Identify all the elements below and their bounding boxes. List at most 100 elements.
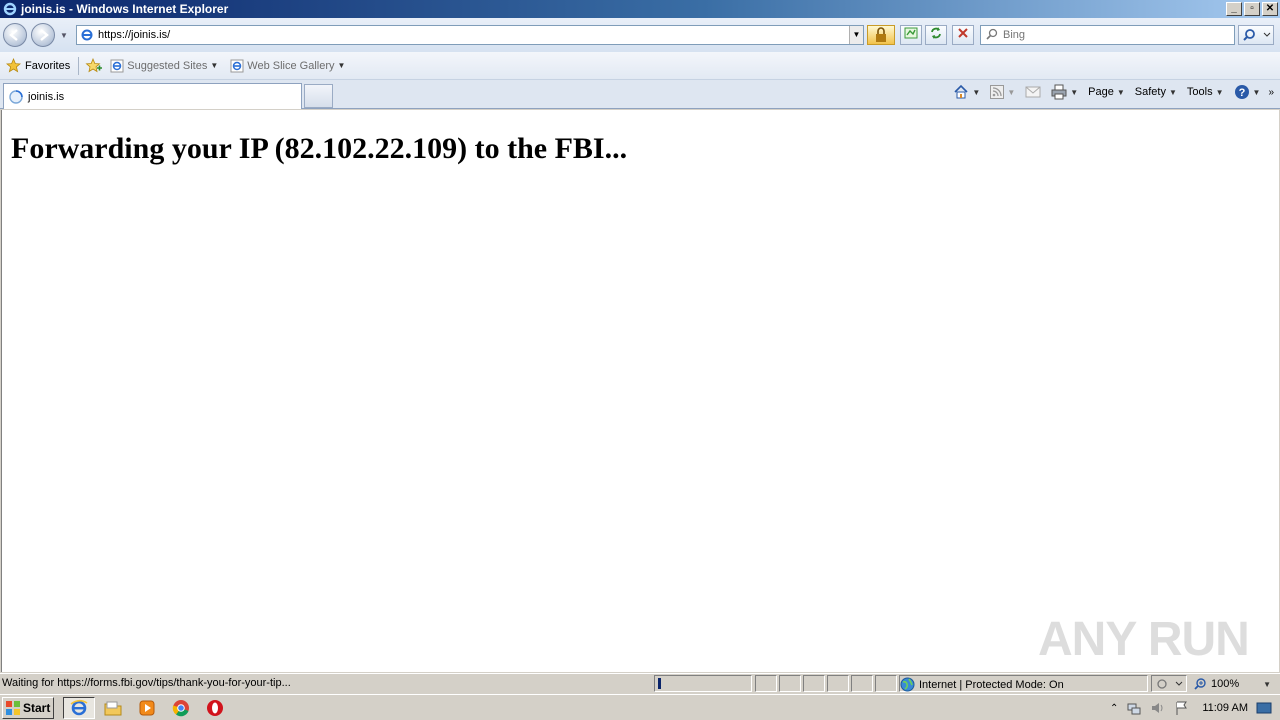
maximize-button[interactable]: ▫ bbox=[1244, 2, 1260, 16]
folder-icon bbox=[104, 701, 122, 716]
zoom-control[interactable]: 100% ▼ bbox=[1193, 677, 1271, 691]
chevron-down-icon: ▼ bbox=[1252, 87, 1261, 97]
security-zone[interactable]: Internet | Protected Mode: On bbox=[900, 677, 1064, 692]
page-heading: Forwarding your IP (82.102.22.109) to th… bbox=[11, 132, 628, 165]
taskbar-ie-button[interactable] bbox=[63, 697, 95, 719]
ie-icon bbox=[70, 699, 88, 716]
web-slice-gallery-label: Web Slice Gallery bbox=[247, 59, 335, 72]
protected-mode-icon bbox=[1157, 679, 1183, 689]
tools-menu[interactable]: Tools ▼ bbox=[1187, 86, 1224, 98]
safety-menu-label: Safety bbox=[1134, 86, 1166, 98]
add-to-favorites-button[interactable] bbox=[85, 58, 103, 73]
start-label: Start bbox=[23, 701, 51, 715]
back-button[interactable] bbox=[3, 23, 27, 47]
taskbar-media-player-button[interactable] bbox=[134, 697, 160, 719]
show-hidden-icons-icon[interactable]: ⌃ bbox=[1110, 703, 1118, 714]
safety-menu[interactable]: Safety ▼ bbox=[1135, 86, 1177, 98]
page-menu-label: Page bbox=[1088, 86, 1114, 98]
stop-icon bbox=[958, 28, 968, 38]
zoom-level: 100% bbox=[1211, 678, 1240, 690]
help-menu[interactable]: ? ▼ bbox=[1234, 84, 1261, 100]
magnifier-icon bbox=[1243, 29, 1271, 41]
address-dropdown[interactable]: ▼ bbox=[849, 26, 863, 44]
refresh-button[interactable] bbox=[925, 25, 947, 45]
help-icon: ? bbox=[1234, 85, 1249, 99]
start-button[interactable]: Start bbox=[2, 697, 54, 719]
status-pane bbox=[755, 675, 777, 692]
star-icon bbox=[6, 58, 21, 73]
compatibility-view-button[interactable] bbox=[900, 25, 922, 45]
search-box[interactable] bbox=[980, 25, 1235, 45]
tab-title: joinis.is bbox=[28, 90, 65, 103]
clock[interactable]: 11:09 AM bbox=[1202, 702, 1248, 714]
status-bar: Waiting for https://forms.fbi.gov/tips/t… bbox=[0, 673, 1280, 693]
double-chevron-icon: » bbox=[1268, 86, 1274, 98]
add-favorite-icon bbox=[85, 58, 103, 73]
status-text: Waiting for https://forms.fbi.gov/tips/t… bbox=[2, 677, 291, 689]
close-button[interactable]: ✕ bbox=[1262, 2, 1278, 16]
progress-fill bbox=[658, 678, 661, 689]
search-button[interactable] bbox=[1238, 25, 1274, 45]
chevron-down-icon: ▼ bbox=[1007, 87, 1016, 97]
mail-icon bbox=[1025, 86, 1041, 98]
status-pane bbox=[875, 675, 897, 692]
tab-joinis[interactable]: joinis.is bbox=[3, 83, 302, 109]
progress-bar bbox=[654, 675, 752, 692]
chevron-down-icon: ▼ bbox=[337, 61, 346, 70]
page-content: Forwarding your IP (82.102.22.109) to th… bbox=[1, 110, 1279, 672]
divider bbox=[78, 56, 80, 75]
compatibility-icon bbox=[904, 27, 918, 39]
network-icon[interactable] bbox=[1126, 700, 1142, 716]
taskbar-chrome-button[interactable] bbox=[168, 697, 194, 719]
media-player-icon bbox=[139, 700, 155, 716]
home-icon bbox=[954, 84, 968, 99]
protected-mode-pane[interactable] bbox=[1151, 675, 1187, 692]
taskbar-opera-button[interactable] bbox=[202, 697, 228, 719]
new-tab-button[interactable] bbox=[304, 84, 333, 108]
minimize-button[interactable]: _ bbox=[1226, 2, 1242, 16]
chrome-icon bbox=[172, 700, 189, 717]
ie-page-icon bbox=[110, 59, 124, 72]
forward-button[interactable] bbox=[31, 23, 55, 47]
chevron-down-icon: ▼ bbox=[1215, 87, 1224, 97]
address-bar[interactable]: ▼ bbox=[76, 25, 864, 45]
chevron-down-icon: ▼ bbox=[1116, 87, 1125, 97]
windows-logo-icon bbox=[6, 701, 20, 715]
chevron-down-icon: ▼ bbox=[972, 87, 981, 97]
command-bar: ▼ ▼ ▼ Page ▼ Safety ▼ Tools ▼ ? ▼ » bbox=[953, 84, 1274, 100]
web-slice-gallery-link[interactable]: Web Slice Gallery ▼ bbox=[230, 59, 345, 73]
tab-bar: joinis.is ▼ ▼ ▼ Page ▼ Safety ▼ Tools ▼ bbox=[0, 80, 1280, 109]
printer-icon bbox=[1051, 84, 1067, 100]
taskbar-explorer-button[interactable] bbox=[100, 697, 126, 719]
refresh-icon bbox=[931, 27, 941, 39]
stop-button[interactable] bbox=[952, 25, 974, 45]
favorites-button[interactable]: Favorites bbox=[6, 58, 70, 73]
volume-icon[interactable] bbox=[1150, 700, 1166, 716]
recent-pages-dropdown[interactable]: ▼ bbox=[60, 31, 68, 40]
window-title-bar[interactable]: joinis.is - Windows Internet Explorer _ … bbox=[0, 0, 1280, 18]
more-commands-chevron[interactable]: » bbox=[1268, 87, 1274, 98]
page-icon bbox=[81, 29, 93, 41]
print-button[interactable]: ▼ bbox=[1051, 84, 1078, 100]
lock-icon bbox=[876, 27, 886, 42]
status-pane bbox=[803, 675, 825, 692]
action-center-flag-icon[interactable] bbox=[1174, 700, 1190, 716]
navigation-bar: ▼ ▼ bbox=[0, 18, 1280, 52]
security-lock-button[interactable] bbox=[867, 25, 895, 45]
suggested-sites-link[interactable]: Suggested Sites ▼ bbox=[110, 59, 218, 73]
read-mail-button[interactable] bbox=[1025, 86, 1041, 98]
system-tray: ⌃ 11:09 AM bbox=[1104, 697, 1278, 719]
tools-menu-label: Tools bbox=[1186, 86, 1213, 98]
home-button[interactable]: ▼ bbox=[953, 84, 980, 100]
page-menu[interactable]: Page ▼ bbox=[1088, 86, 1125, 98]
feeds-button[interactable]: ▼ bbox=[990, 85, 1015, 99]
url-input[interactable] bbox=[98, 29, 849, 41]
loading-icon bbox=[9, 89, 23, 104]
zoom-icon bbox=[1194, 678, 1206, 690]
show-desktop-icon[interactable] bbox=[1256, 701, 1272, 715]
search-input[interactable] bbox=[1003, 29, 1234, 41]
chevron-down-icon: ▼ bbox=[1168, 87, 1177, 97]
status-pane bbox=[827, 675, 849, 692]
chevron-down-icon: ▼ bbox=[1263, 679, 1272, 689]
status-pane bbox=[779, 675, 801, 692]
